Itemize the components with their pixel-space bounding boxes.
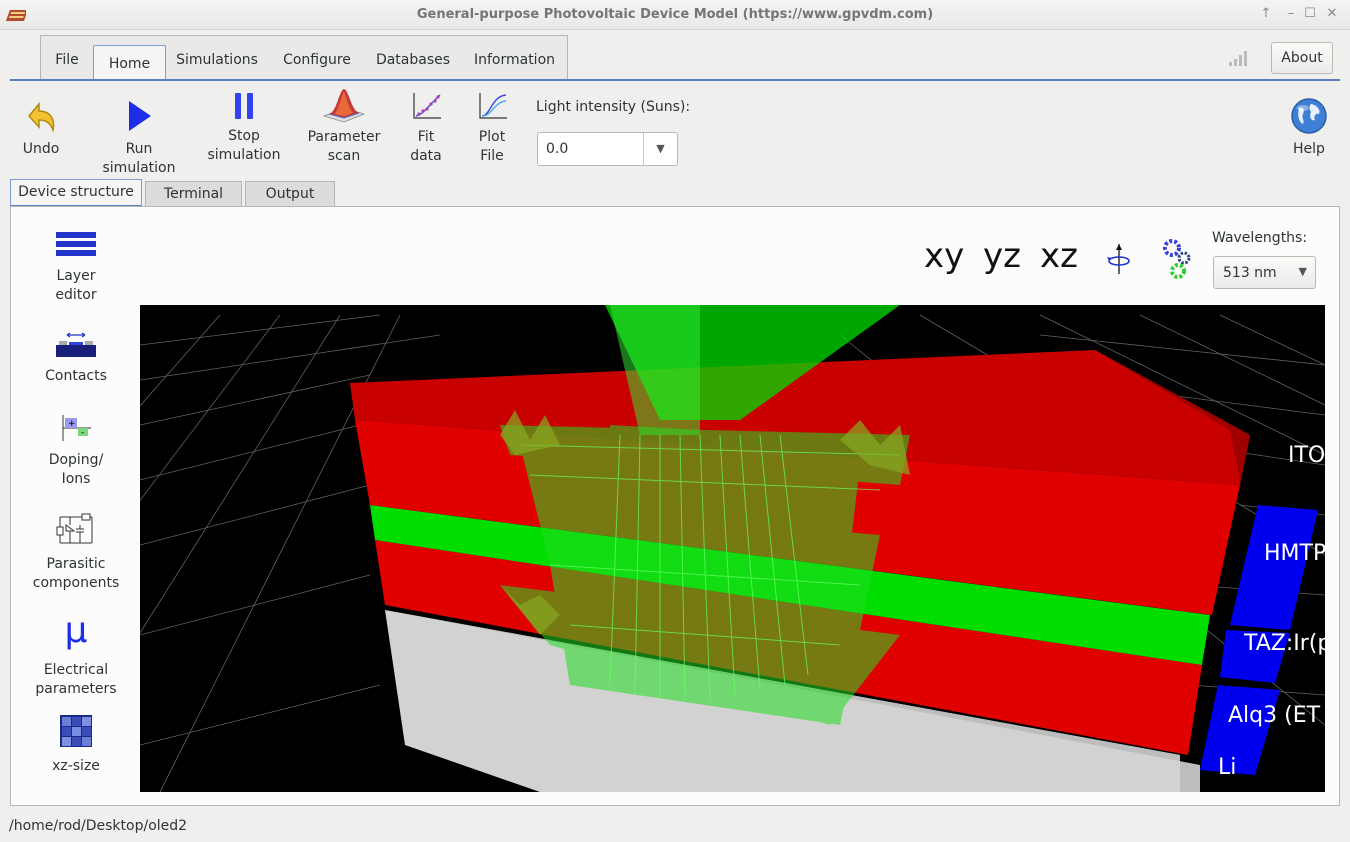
wavelengths-label: Wavelengths: xyxy=(1212,230,1308,246)
undo-icon xyxy=(28,101,55,133)
help-label: Help xyxy=(1293,141,1325,157)
fit-label-line1: Fit xyxy=(417,129,435,145)
plot-label-line2: File xyxy=(480,148,504,164)
layer-editor-line2: editor xyxy=(55,287,97,303)
light-intensity-label: Light intensity (Suns): xyxy=(536,99,691,115)
layer-editor-line1: Layer xyxy=(56,268,96,284)
light-intensity-combo[interactable]: 0.0 ▼ xyxy=(537,132,678,166)
plot-file-button[interactable]: Plot File xyxy=(470,90,514,166)
tab-device-structure[interactable]: Device structure xyxy=(10,179,142,207)
about-button[interactable]: About xyxy=(1271,42,1333,74)
globe-icon xyxy=(1291,98,1327,134)
help-button[interactable]: Help xyxy=(1284,96,1334,159)
parasitic-components-button[interactable]: Parasitic components xyxy=(11,513,141,593)
tab-simulations[interactable]: Simulations xyxy=(166,36,268,80)
rotate-icon[interactable] xyxy=(1106,242,1132,276)
tab-underline xyxy=(10,79,1340,81)
window-title: General-purpose Photovoltaic Device Mode… xyxy=(416,7,934,22)
ribbon-tabs: File Home Simulations Configure Database… xyxy=(40,35,569,81)
undo-button[interactable]: Undo xyxy=(14,96,68,159)
tab-file[interactable]: File xyxy=(41,36,93,80)
circuit-icon xyxy=(56,513,93,544)
run-simulation-button[interactable]: Run simulation xyxy=(88,96,190,178)
dropdown-arrow-icon: ▼ xyxy=(1298,265,1307,278)
signal-icon xyxy=(1229,51,1247,66)
wavelength-value: 513 nm xyxy=(1223,265,1277,281)
layer-label-ito: ITO xyxy=(1288,443,1325,468)
view-xy-button[interactable]: xy xyxy=(924,236,964,276)
view-xz-button[interactable]: xz xyxy=(1040,236,1078,276)
light-intensity-value: 0.0 xyxy=(546,141,569,157)
surface-plot-icon xyxy=(322,89,366,123)
title-bar: General-purpose Photovoltaic Device Mode… xyxy=(0,0,1350,30)
device-3d-viewport[interactable]: ITO HMTP TAZ:Ir(p Alq3 (ET Li xyxy=(140,305,1325,792)
layers-icon xyxy=(56,232,96,256)
doping-icon: + - xyxy=(62,415,91,441)
parameter-scan-button[interactable]: Parameter scan xyxy=(302,86,386,166)
stop-simulation-button[interactable]: Stop simulation xyxy=(204,90,284,165)
close-button[interactable]: ✕ xyxy=(1322,6,1342,21)
doping-ions-button[interactable]: + - Doping/ Ions xyxy=(11,413,141,489)
dropdown-arrow-icon[interactable]: ▼ xyxy=(643,133,677,165)
contacts-icon xyxy=(56,332,96,357)
scan-label-line2: scan xyxy=(327,148,361,164)
fit-data-button[interactable]: Fit data xyxy=(404,90,448,166)
svg-text:-: - xyxy=(81,428,84,438)
layer-label-hmtp: HMTP xyxy=(1264,541,1325,566)
wavelength-combo[interactable]: 513 nm ▼ xyxy=(1213,256,1316,289)
tab-databases[interactable]: Databases xyxy=(366,36,460,80)
xz-size-button[interactable]: xz-size xyxy=(11,713,141,776)
tab-terminal[interactable]: Terminal xyxy=(145,181,242,207)
undo-label: Undo xyxy=(22,141,60,157)
plot-file-icon xyxy=(479,93,507,119)
contacts-label: Contacts xyxy=(45,368,107,384)
doping-line2: Ions xyxy=(61,471,91,487)
run-simulation-label: Run simulation xyxy=(102,141,176,176)
maximize-button[interactable]: ☐ xyxy=(1300,6,1320,21)
svg-text:+: + xyxy=(68,419,76,429)
electrical-parameters-button[interactable]: μ Electrical parameters xyxy=(11,611,141,699)
fit-data-icon xyxy=(413,93,441,119)
parasitic-line2: components xyxy=(32,575,120,591)
fit-label-line2: data xyxy=(410,148,442,164)
stop-label-line2: simulation xyxy=(207,147,281,163)
play-icon xyxy=(129,101,151,131)
minimize-button[interactable]: – xyxy=(1281,6,1301,21)
device-3d-render xyxy=(140,305,1325,792)
tab-output[interactable]: Output xyxy=(245,181,335,207)
layer-label-alq3: Alq3 (ET xyxy=(1228,703,1321,728)
xz-size-icon xyxy=(60,715,92,747)
tab-information[interactable]: Information xyxy=(460,36,569,80)
layer-label-li: Li xyxy=(1218,755,1237,780)
keep-above-button[interactable]: ↑ xyxy=(1256,6,1276,21)
mu-icon: μ xyxy=(64,610,88,651)
plot-label-line1: Plot xyxy=(478,129,506,145)
layer-editor-button[interactable]: Layer editor xyxy=(11,231,141,305)
layer-label-taz: TAZ:Ir(p xyxy=(1244,631,1325,656)
tab-configure[interactable]: Configure xyxy=(268,36,366,80)
scan-label-line1: Parameter xyxy=(307,129,381,145)
contacts-button[interactable]: Contacts xyxy=(11,331,141,386)
view-yz-button[interactable]: yz xyxy=(983,236,1021,276)
tab-home[interactable]: Home xyxy=(93,45,166,81)
doping-line1: Doping/ xyxy=(48,452,104,468)
status-path: /home/rod/Desktop/oled2 xyxy=(9,818,188,834)
parasitic-line1: Parasitic xyxy=(46,556,106,572)
electrical-line1: Electrical xyxy=(43,662,109,678)
status-bar: /home/rod/Desktop/oled2 xyxy=(0,812,1350,842)
xz-size-label: xz-size xyxy=(52,758,100,774)
stop-label-line1: Stop xyxy=(228,128,260,144)
electrical-line2: parameters xyxy=(35,681,117,697)
pause-icon xyxy=(235,93,253,119)
gears-icon[interactable] xyxy=(1160,238,1194,280)
